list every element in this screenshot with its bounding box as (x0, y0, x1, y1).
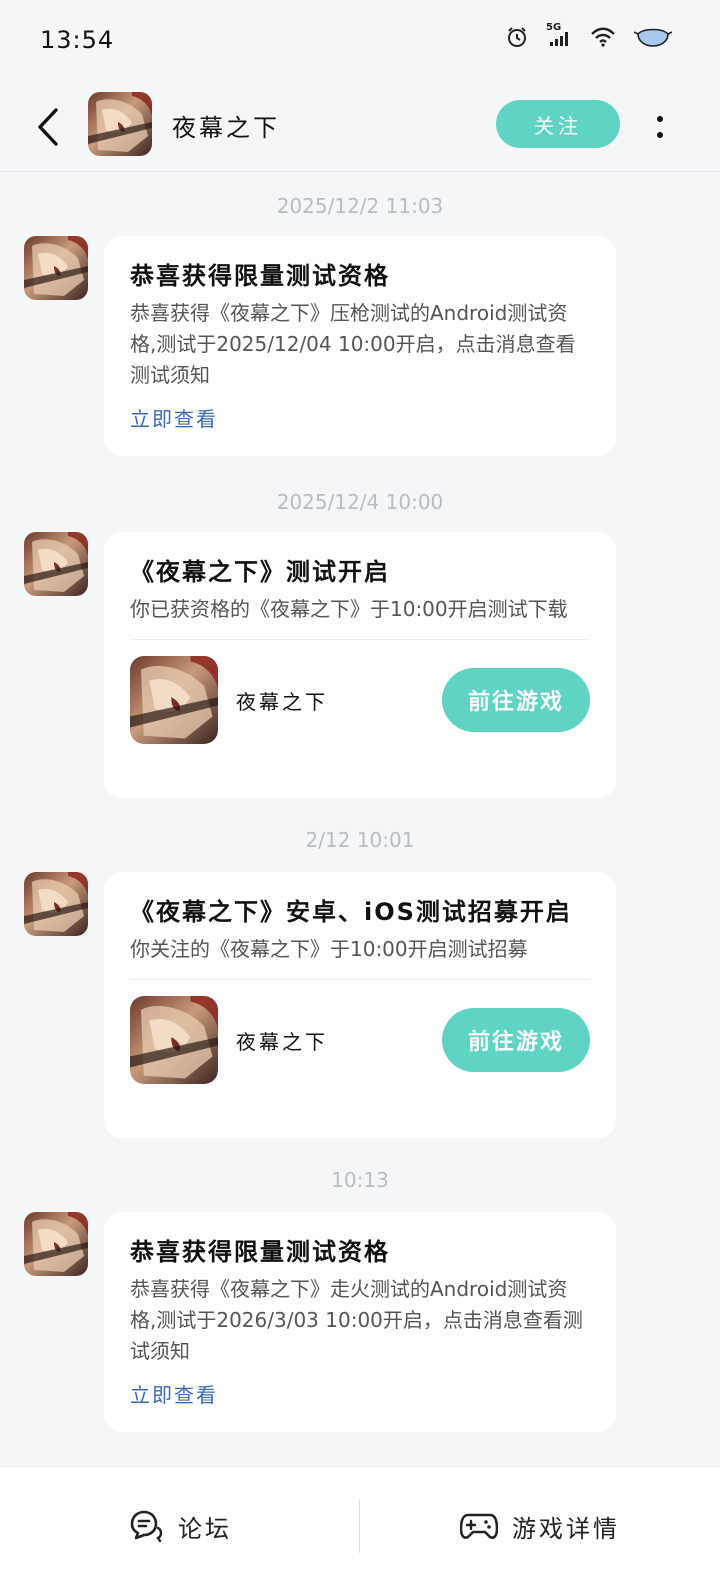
back-arrow-icon (38, 108, 58, 146)
tab-game-details-label: 游戏详情 (512, 1514, 620, 1543)
tab-forum[interactable]: 论坛 (0, 1467, 360, 1584)
view-now-link[interactable]: 立即查看 (130, 403, 590, 432)
forum-chat-icon (130, 1510, 163, 1542)
game-thumbnail[interactable] (130, 656, 218, 744)
more-dot-icon (657, 132, 663, 138)
message-body: 你已获资格的《夜幕之下》于10:00开启测试下载 (130, 597, 568, 621)
go-to-game-button[interactable]: 前往游戏 (442, 1008, 590, 1072)
mask-icon (634, 28, 672, 47)
message-title: 恭喜获得限量测试资格 (130, 262, 390, 290)
status-icons: 5G (506, 22, 672, 48)
signal-icon: 5G (546, 22, 572, 48)
game-row: 夜幕之下 前往游戏 (130, 980, 590, 1100)
message-timestamp: 2025/12/4 10:00 (276, 490, 444, 514)
wifi-icon (591, 27, 615, 47)
status-bar: 13:54 5G (0, 0, 720, 84)
view-now-link[interactable]: 立即查看 (130, 1379, 590, 1408)
tab-game-details[interactable]: 游戏详情 (360, 1467, 720, 1584)
sender-avatar[interactable] (24, 872, 88, 936)
status-time: 13:54 (40, 26, 115, 54)
back-button[interactable] (28, 102, 68, 152)
game-row: 夜幕之下 前往游戏 (130, 640, 590, 760)
message-title: 《夜幕之下》测试开启 (130, 558, 390, 586)
message-timestamp: 2025/12/2 11:03 (276, 194, 444, 218)
message-body: 你关注的《夜幕之下》于10:00开启测试招募 (130, 937, 528, 961)
tab-forum-label: 论坛 (178, 1514, 232, 1543)
more-options-button[interactable] (648, 102, 672, 152)
more-dot-icon (657, 116, 663, 122)
message-body: 恭喜获得《夜幕之下》走火测试的Android测试资格,测试于2026/3/03 … (130, 1277, 583, 1363)
message-title: 恭喜获得限量测试资格 (130, 1238, 390, 1266)
message-body: 恭喜获得《夜幕之下》压枪测试的Android测试资格,测试于2025/12/04… (130, 301, 576, 387)
message-title: 《夜幕之下》安卓、iOS测试招募开启 (130, 898, 572, 926)
game-name: 夜幕之下 (236, 1030, 328, 1054)
game-thumbnail[interactable] (130, 996, 218, 1084)
message-card[interactable]: 恭喜获得限量测试资格 恭喜获得《夜幕之下》走火测试的Android测试资格,测试… (104, 1212, 616, 1432)
game-avatar[interactable] (88, 92, 152, 156)
go-to-game-button[interactable]: 前往游戏 (442, 668, 590, 732)
follow-button[interactable]: 关注 (496, 100, 620, 148)
sender-avatar[interactable] (24, 1212, 88, 1276)
chat-header: 夜幕之下 关注 (0, 84, 720, 172)
message-timestamp: 2/12 10:01 (305, 828, 415, 852)
gamepad-icon (460, 1513, 498, 1539)
alarm-icon (508, 27, 526, 47)
message-card[interactable]: 《夜幕之下》安卓、iOS测试招募开启 你关注的《夜幕之下》于10:00开启测试招… (104, 872, 616, 1138)
page-title: 夜幕之下 (172, 114, 280, 142)
message-card[interactable]: 恭喜获得限量测试资格 恭喜获得《夜幕之下》压枪测试的Android测试资格,测试… (104, 236, 616, 456)
sender-avatar[interactable] (24, 532, 88, 596)
bottom-nav: 论坛 游戏详情 (0, 1466, 720, 1584)
game-name: 夜幕之下 (236, 690, 328, 714)
message-timestamp: 10:13 (331, 1168, 389, 1192)
message-card[interactable]: 《夜幕之下》测试开启 你已获资格的《夜幕之下》于10:00开启测试下载 夜幕之下… (104, 532, 616, 798)
sender-avatar[interactable] (24, 236, 88, 300)
